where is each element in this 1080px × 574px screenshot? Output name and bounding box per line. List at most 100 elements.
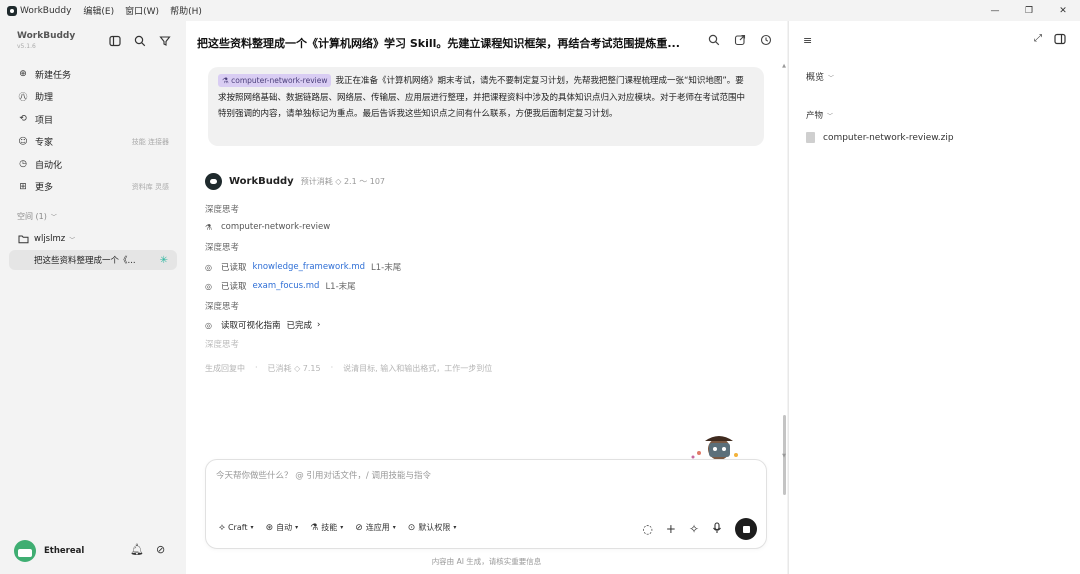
read-file-step[interactable]: ◎ 已读取 knowledge_framework.md L1-末尾 — [205, 261, 401, 273]
main-toolbar — [707, 33, 773, 47]
skill-step[interactable]: ⚗ computer-network-review — [205, 222, 330, 232]
project-icon: ⟲ — [19, 114, 27, 125]
microphone-icon[interactable] — [712, 521, 722, 537]
sidebar-item-label: 专家 — [35, 138, 54, 149]
chat-scrollbar[interactable]: ▲ ▼ — [781, 63, 787, 495]
connect-app-button[interactable]: ⊘ 连应用 ▾ — [355, 522, 396, 533]
eye-icon: ◎ — [205, 281, 212, 291]
skills-button[interactable]: ⚗ 技能 ▾ — [310, 522, 343, 533]
agent-header: WorkBuddy 预计消耗 ◇ 2.1 ～ 107 — [205, 173, 385, 190]
connect-app-label: 连应用 — [365, 523, 390, 532]
read-verb: 已读取 — [221, 282, 247, 292]
thread-item-active[interactable]: 把这些资料整理成一个《... ✳ — [9, 250, 177, 270]
agent-logo-icon — [205, 173, 222, 190]
search-icon[interactable] — [707, 33, 721, 47]
read-file-step[interactable]: ◎ 已读取 exam_focus.md L1-末尾 — [205, 280, 356, 292]
consumed-label: 已消耗 ◇ 7.15 — [267, 364, 321, 373]
chevron-down-icon: ▾ — [453, 524, 457, 531]
deep-thinking-label[interactable]: 深度思考 — [205, 241, 239, 253]
assistant-icon: ㊇ — [18, 93, 28, 104]
deep-thinking-label: 深度思考 — [205, 340, 240, 350]
close-icon[interactable]: ✕ — [1046, 0, 1080, 21]
deep-thinking-label[interactable]: 深度思考 — [205, 300, 239, 312]
window-controls: — ❐ ✕ — [978, 0, 1080, 21]
products-label: 产物 — [806, 111, 824, 121]
scroll-up-icon[interactable]: ▲ — [782, 63, 786, 69]
grid-icon: ⊞ — [19, 181, 27, 192]
craft-mode-button[interactable]: ⟡ Craft ▾ — [219, 523, 254, 533]
mascot-illustration — [691, 436, 738, 459]
skill-chip[interactable]: ⚗ computer-network-review — [218, 74, 332, 87]
ai-disclaimer: 内容由 AI 生成，请核实重要信息 — [431, 557, 542, 566]
user-message: ⚗ computer-network-review 我正在准备《计算机网络》期末考… — [208, 67, 764, 146]
user-name: Ethereal — [44, 546, 85, 556]
list-icon[interactable]: ≡ — [803, 34, 812, 47]
auto-model-button[interactable]: ⊛ 自动 ▾ — [266, 522, 299, 533]
skill-icon: ⚗ — [205, 222, 213, 232]
space-section[interactable]: 空间 (1) ﹀ — [17, 211, 57, 222]
deep-thinking-label[interactable]: 深度思考 — [205, 203, 239, 215]
menu-help[interactable]: 帮助(H) — [170, 4, 202, 17]
sidebar-item-expert[interactable]: ☺ 专家 技能 连接器 — [9, 131, 177, 154]
title-bar: WorkBuddy 编辑(E) 窗口(W) 帮助(H) — ❐ ✕ — [0, 0, 1080, 21]
restore-icon[interactable]: ❐ — [1012, 0, 1046, 21]
overview-label: 概览 — [806, 73, 825, 83]
sidebar-item-more[interactable]: ⊞ 更多 资料库 灵感 — [9, 176, 177, 199]
folder-item[interactable]: wljslmz ﹀ — [17, 233, 75, 245]
search-icon[interactable] — [133, 34, 147, 48]
sidebar-item-assistant[interactable]: ㊇ 助理 — [9, 86, 177, 109]
guide-status: 已完成 — [286, 321, 313, 331]
chevron-down-icon: ▾ — [340, 524, 344, 531]
tip-label: 说清目标, 输入和输出格式，工作一步到位 — [343, 364, 493, 373]
scroll-down-icon[interactable]: ▼ — [782, 453, 786, 459]
minimize-icon[interactable]: — — [978, 0, 1012, 21]
line-range: L1-末尾 — [325, 282, 356, 292]
toggle-sidebar-icon[interactable] — [108, 34, 122, 48]
guide-step[interactable]: ◎ 读取可视化指南 已完成 › — [205, 319, 320, 331]
overview-section[interactable]: 概览 ﹀ — [806, 70, 834, 83]
sidebar-item-automation[interactable]: ◷ 自动化 — [9, 153, 177, 176]
panel-toggle-icon[interactable] — [1054, 33, 1066, 48]
generation-status: 生成回复中 · 已消耗 ◇ 7.15 · 说清目标, 输入和输出格式，工作一步到… — [205, 363, 502, 374]
chevron-down-icon: ﹀ — [69, 236, 76, 244]
bell-icon[interactable]: 🔔︎ — [130, 543, 144, 556]
compass-icon[interactable]: ⊘ — [156, 543, 165, 556]
chat-input-box[interactable]: 今天帮你做些什么？ @ 引用对话文件，/ 调用技能与指令 ⟡ Craft ▾ ⊛ 自动… — [205, 459, 767, 549]
stop-button[interactable] — [735, 518, 757, 540]
clock-icon: ◷ — [19, 159, 27, 170]
sidebar-item-label: 新建任务 — [35, 70, 72, 81]
file-link[interactable]: knowledge_framework.md — [253, 262, 365, 272]
thread-title: 把这些资料整理成一个《... — [34, 256, 136, 266]
permission-button[interactable]: ⊙ 默认权限 ▾ — [408, 522, 457, 533]
skill-step-label: computer-network-review — [221, 222, 331, 232]
agent-name: WorkBuddy — [229, 176, 294, 187]
share-icon[interactable] — [733, 33, 747, 47]
loading-sparkle-icon: ✳ — [159, 254, 168, 266]
chat-input[interactable]: 今天帮你做些什么？ @ 引用对话文件，/ 调用技能与指令 — [216, 469, 431, 481]
file-link[interactable]: exam_focus.md — [253, 281, 320, 291]
sidebar: WorkBuddy v5.1.6 ⊕ 新建任务 ㊇ 助理 ⟲ 项目 ☺ 专家 技… — [0, 21, 186, 574]
product-file-item[interactable]: computer-network-review.zip — [806, 132, 954, 143]
auto-label: 自动 — [276, 523, 293, 532]
expand-icon[interactable]: ⤢ — [1034, 33, 1042, 48]
chevron-down-icon: ▾ — [392, 524, 396, 531]
sidebar-tools — [108, 34, 172, 48]
products-section[interactable]: 产物 ﹀ — [806, 109, 833, 121]
loading-spinner-icon: ◌ — [642, 522, 653, 536]
space-label: 空间 (1) — [17, 212, 47, 221]
sidebar-item-new-task[interactable]: ⊕ 新建任务 — [9, 63, 177, 86]
filter-icon[interactable] — [158, 34, 172, 48]
auto-icon: ⊛ — [265, 522, 274, 533]
add-icon[interactable]: + — [666, 522, 676, 536]
sidebar-nav: ⊕ 新建任务 ㊇ 助理 ⟲ 项目 ☺ 专家 技能 连接器 ◷ 自动化 ⊞ 更多 … — [9, 63, 177, 198]
page-title: 把这些资料整理成一个《计算机网络》学习 Skill。先建立课程知识框架，再结合考… — [197, 37, 680, 50]
sidebar-item-project[interactable]: ⟲ 项目 — [9, 108, 177, 131]
history-icon[interactable] — [759, 33, 773, 47]
menu-window[interactable]: 窗口(W) — [125, 4, 159, 17]
user-profile[interactable]: Ethereal — [14, 540, 84, 562]
sparkle-icon[interactable]: ✧ — [689, 522, 699, 536]
file-icon — [806, 132, 815, 143]
chevron-down-icon: ﹀ — [50, 214, 57, 221]
sidebar-item-label: 自动化 — [35, 160, 63, 171]
menu-edit[interactable]: 编辑(E) — [83, 4, 114, 17]
